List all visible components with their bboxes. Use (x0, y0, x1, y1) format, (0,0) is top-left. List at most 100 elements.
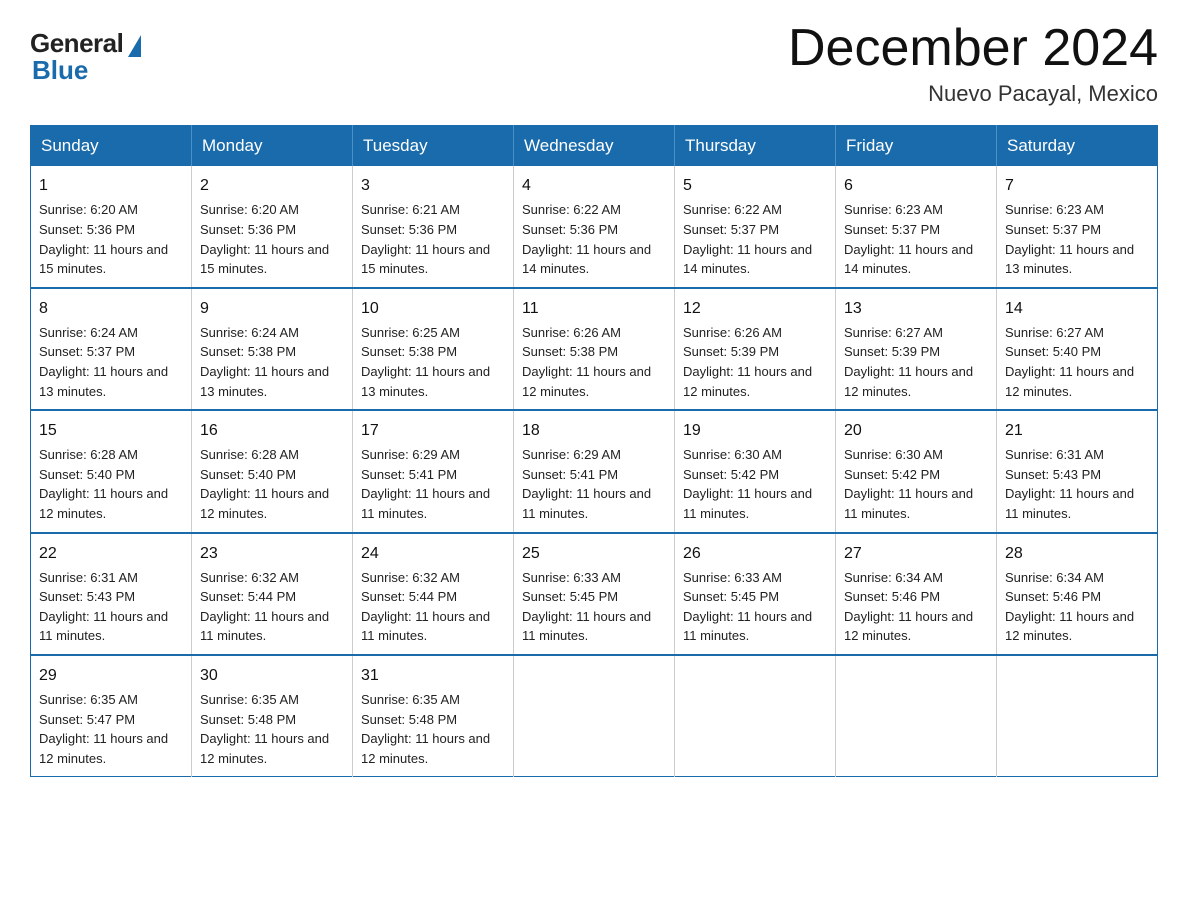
day-number: 7 (1005, 174, 1149, 197)
day-number: 2 (200, 174, 344, 197)
day-info: Sunrise: 6:29 AMSunset: 5:41 PMDaylight:… (522, 447, 651, 521)
calendar-cell: 18 Sunrise: 6:29 AMSunset: 5:41 PMDaylig… (514, 410, 675, 532)
calendar-header-saturday: Saturday (997, 126, 1158, 167)
day-number: 22 (39, 542, 183, 565)
calendar-cell: 28 Sunrise: 6:34 AMSunset: 5:46 PMDaylig… (997, 533, 1158, 655)
day-number: 3 (361, 174, 505, 197)
calendar-cell: 17 Sunrise: 6:29 AMSunset: 5:41 PMDaylig… (353, 410, 514, 532)
calendar-week-row: 1 Sunrise: 6:20 AMSunset: 5:36 PMDayligh… (31, 166, 1158, 287)
day-number: 23 (200, 542, 344, 565)
calendar-cell: 29 Sunrise: 6:35 AMSunset: 5:47 PMDaylig… (31, 655, 192, 777)
calendar-cell: 6 Sunrise: 6:23 AMSunset: 5:37 PMDayligh… (836, 166, 997, 287)
calendar-cell: 24 Sunrise: 6:32 AMSunset: 5:44 PMDaylig… (353, 533, 514, 655)
day-number: 29 (39, 664, 183, 687)
calendar-week-row: 8 Sunrise: 6:24 AMSunset: 5:37 PMDayligh… (31, 288, 1158, 410)
day-number: 14 (1005, 297, 1149, 320)
calendar-cell: 19 Sunrise: 6:30 AMSunset: 5:42 PMDaylig… (675, 410, 836, 532)
calendar-cell: 10 Sunrise: 6:25 AMSunset: 5:38 PMDaylig… (353, 288, 514, 410)
day-info: Sunrise: 6:26 AMSunset: 5:38 PMDaylight:… (522, 325, 651, 399)
page-header: General Blue December 2024 Nuevo Pacayal… (30, 20, 1158, 107)
day-info: Sunrise: 6:24 AMSunset: 5:37 PMDaylight:… (39, 325, 168, 399)
day-info: Sunrise: 6:31 AMSunset: 5:43 PMDaylight:… (1005, 447, 1134, 521)
calendar-cell (675, 655, 836, 777)
day-number: 27 (844, 542, 988, 565)
calendar-cell: 11 Sunrise: 6:26 AMSunset: 5:38 PMDaylig… (514, 288, 675, 410)
day-number: 11 (522, 297, 666, 320)
calendar-cell (836, 655, 997, 777)
calendar-header-sunday: Sunday (31, 126, 192, 167)
calendar-cell: 2 Sunrise: 6:20 AMSunset: 5:36 PMDayligh… (192, 166, 353, 287)
day-number: 6 (844, 174, 988, 197)
calendar-cell: 3 Sunrise: 6:21 AMSunset: 5:36 PMDayligh… (353, 166, 514, 287)
day-number: 19 (683, 419, 827, 442)
day-number: 24 (361, 542, 505, 565)
day-info: Sunrise: 6:25 AMSunset: 5:38 PMDaylight:… (361, 325, 490, 399)
day-info: Sunrise: 6:27 AMSunset: 5:40 PMDaylight:… (1005, 325, 1134, 399)
day-info: Sunrise: 6:34 AMSunset: 5:46 PMDaylight:… (844, 570, 973, 644)
day-number: 16 (200, 419, 344, 442)
calendar-cell: 7 Sunrise: 6:23 AMSunset: 5:37 PMDayligh… (997, 166, 1158, 287)
calendar-cell: 12 Sunrise: 6:26 AMSunset: 5:39 PMDaylig… (675, 288, 836, 410)
day-number: 4 (522, 174, 666, 197)
day-info: Sunrise: 6:23 AMSunset: 5:37 PMDaylight:… (844, 202, 973, 276)
calendar-cell: 16 Sunrise: 6:28 AMSunset: 5:40 PMDaylig… (192, 410, 353, 532)
day-info: Sunrise: 6:28 AMSunset: 5:40 PMDaylight:… (200, 447, 329, 521)
day-info: Sunrise: 6:23 AMSunset: 5:37 PMDaylight:… (1005, 202, 1134, 276)
calendar-header-row: SundayMondayTuesdayWednesdayThursdayFrid… (31, 126, 1158, 167)
calendar-cell: 23 Sunrise: 6:32 AMSunset: 5:44 PMDaylig… (192, 533, 353, 655)
day-number: 9 (200, 297, 344, 320)
day-info: Sunrise: 6:28 AMSunset: 5:40 PMDaylight:… (39, 447, 168, 521)
day-info: Sunrise: 6:30 AMSunset: 5:42 PMDaylight:… (844, 447, 973, 521)
calendar-cell (514, 655, 675, 777)
day-number: 5 (683, 174, 827, 197)
day-number: 20 (844, 419, 988, 442)
calendar-week-row: 22 Sunrise: 6:31 AMSunset: 5:43 PMDaylig… (31, 533, 1158, 655)
logo: General Blue (30, 28, 141, 86)
calendar-header-monday: Monday (192, 126, 353, 167)
calendar-week-row: 15 Sunrise: 6:28 AMSunset: 5:40 PMDaylig… (31, 410, 1158, 532)
day-info: Sunrise: 6:35 AMSunset: 5:48 PMDaylight:… (361, 692, 490, 766)
calendar-week-row: 29 Sunrise: 6:35 AMSunset: 5:47 PMDaylig… (31, 655, 1158, 777)
calendar-header-tuesday: Tuesday (353, 126, 514, 167)
day-info: Sunrise: 6:29 AMSunset: 5:41 PMDaylight:… (361, 447, 490, 521)
calendar-header-wednesday: Wednesday (514, 126, 675, 167)
calendar-cell: 5 Sunrise: 6:22 AMSunset: 5:37 PMDayligh… (675, 166, 836, 287)
day-info: Sunrise: 6:27 AMSunset: 5:39 PMDaylight:… (844, 325, 973, 399)
location: Nuevo Pacayal, Mexico (788, 81, 1158, 107)
logo-blue-text: Blue (32, 55, 88, 86)
title-block: December 2024 Nuevo Pacayal, Mexico (788, 20, 1158, 107)
day-info: Sunrise: 6:31 AMSunset: 5:43 PMDaylight:… (39, 570, 168, 644)
day-info: Sunrise: 6:30 AMSunset: 5:42 PMDaylight:… (683, 447, 812, 521)
calendar-cell: 13 Sunrise: 6:27 AMSunset: 5:39 PMDaylig… (836, 288, 997, 410)
calendar-cell: 30 Sunrise: 6:35 AMSunset: 5:48 PMDaylig… (192, 655, 353, 777)
calendar-cell: 4 Sunrise: 6:22 AMSunset: 5:36 PMDayligh… (514, 166, 675, 287)
day-info: Sunrise: 6:34 AMSunset: 5:46 PMDaylight:… (1005, 570, 1134, 644)
calendar-cell: 22 Sunrise: 6:31 AMSunset: 5:43 PMDaylig… (31, 533, 192, 655)
calendar-cell: 14 Sunrise: 6:27 AMSunset: 5:40 PMDaylig… (997, 288, 1158, 410)
day-info: Sunrise: 6:20 AMSunset: 5:36 PMDaylight:… (39, 202, 168, 276)
day-number: 25 (522, 542, 666, 565)
day-info: Sunrise: 6:35 AMSunset: 5:48 PMDaylight:… (200, 692, 329, 766)
calendar-cell (997, 655, 1158, 777)
day-info: Sunrise: 6:33 AMSunset: 5:45 PMDaylight:… (522, 570, 651, 644)
calendar-cell: 26 Sunrise: 6:33 AMSunset: 5:45 PMDaylig… (675, 533, 836, 655)
day-number: 10 (361, 297, 505, 320)
day-number: 31 (361, 664, 505, 687)
calendar-cell: 31 Sunrise: 6:35 AMSunset: 5:48 PMDaylig… (353, 655, 514, 777)
day-number: 15 (39, 419, 183, 442)
day-number: 8 (39, 297, 183, 320)
calendar-cell: 27 Sunrise: 6:34 AMSunset: 5:46 PMDaylig… (836, 533, 997, 655)
day-number: 30 (200, 664, 344, 687)
calendar-table: SundayMondayTuesdayWednesdayThursdayFrid… (30, 125, 1158, 777)
day-info: Sunrise: 6:32 AMSunset: 5:44 PMDaylight:… (200, 570, 329, 644)
calendar-header-thursday: Thursday (675, 126, 836, 167)
calendar-header-friday: Friday (836, 126, 997, 167)
day-info: Sunrise: 6:35 AMSunset: 5:47 PMDaylight:… (39, 692, 168, 766)
day-number: 1 (39, 174, 183, 197)
calendar-cell: 8 Sunrise: 6:24 AMSunset: 5:37 PMDayligh… (31, 288, 192, 410)
calendar-cell: 20 Sunrise: 6:30 AMSunset: 5:42 PMDaylig… (836, 410, 997, 532)
day-info: Sunrise: 6:22 AMSunset: 5:37 PMDaylight:… (683, 202, 812, 276)
day-number: 28 (1005, 542, 1149, 565)
day-number: 21 (1005, 419, 1149, 442)
day-info: Sunrise: 6:24 AMSunset: 5:38 PMDaylight:… (200, 325, 329, 399)
